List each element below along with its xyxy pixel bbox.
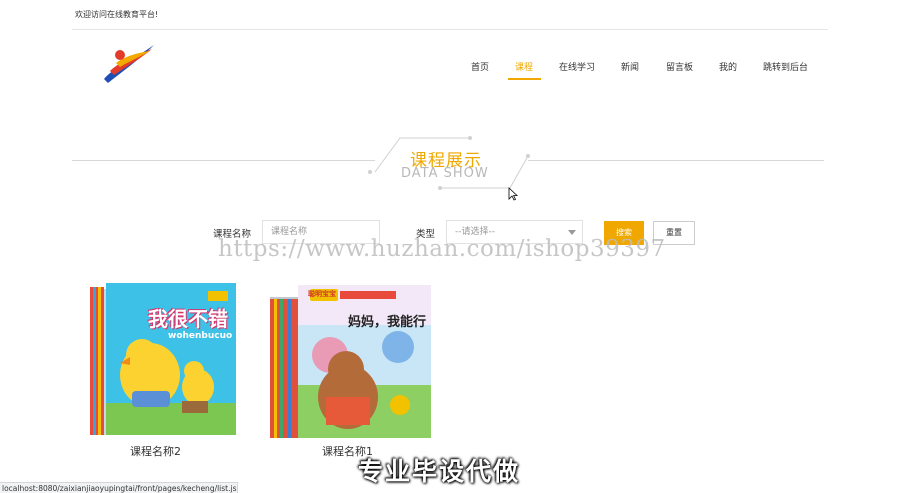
section-divider-left — [72, 160, 375, 161]
section-subtitle: DATA SHOW — [401, 166, 489, 181]
welcome-text: 欢迎访问在线教育平台! — [75, 10, 159, 19]
nav-item-mine[interactable]: 我的 — [719, 60, 737, 73]
nav-item-admin[interactable]: 跳转到后台 — [763, 60, 808, 73]
header-divider — [72, 29, 828, 30]
cover-title: 我很不错 — [148, 307, 228, 331]
nav-item-news[interactable]: 新闻 — [621, 60, 639, 73]
watermark-text: https://www.huzhan.com/ishop39397 — [218, 236, 666, 262]
nav-item-online-learning[interactable]: 在线学习 — [559, 60, 595, 73]
section-divider-right — [528, 160, 824, 161]
mouse-cursor-icon — [508, 187, 518, 201]
chevron-down-icon — [568, 230, 576, 235]
browser-status-url: localhost:8080/zaixianjiaoyupingtai/fron… — [0, 482, 238, 493]
nav-item-courses[interactable]: 课程 — [515, 60, 533, 73]
video-caption: 专业毕设代做 — [358, 457, 521, 486]
cover-subtitle: wohenbucuo — [168, 331, 233, 341]
course-title[interactable]: 课程名称2 — [130, 443, 181, 459]
cover-title: 妈妈，我能行 — [348, 315, 427, 330]
cover-badge: 聪明宝宝 — [308, 290, 336, 298]
course-cover-image[interactable]: 聪明宝宝 妈妈，我能行 — [270, 285, 431, 438]
nav-active-indicator — [508, 78, 541, 80]
nav-item-home[interactable]: 首页 — [471, 60, 489, 73]
nav-item-message-board[interactable]: 留言板 — [666, 60, 693, 73]
main-nav: 首页 课程 在线学习 新闻 留言板 我的 跳转到后台 — [0, 60, 900, 82]
course-cover-image[interactable]: 我很不错 wohenbucuo — [90, 283, 236, 435]
